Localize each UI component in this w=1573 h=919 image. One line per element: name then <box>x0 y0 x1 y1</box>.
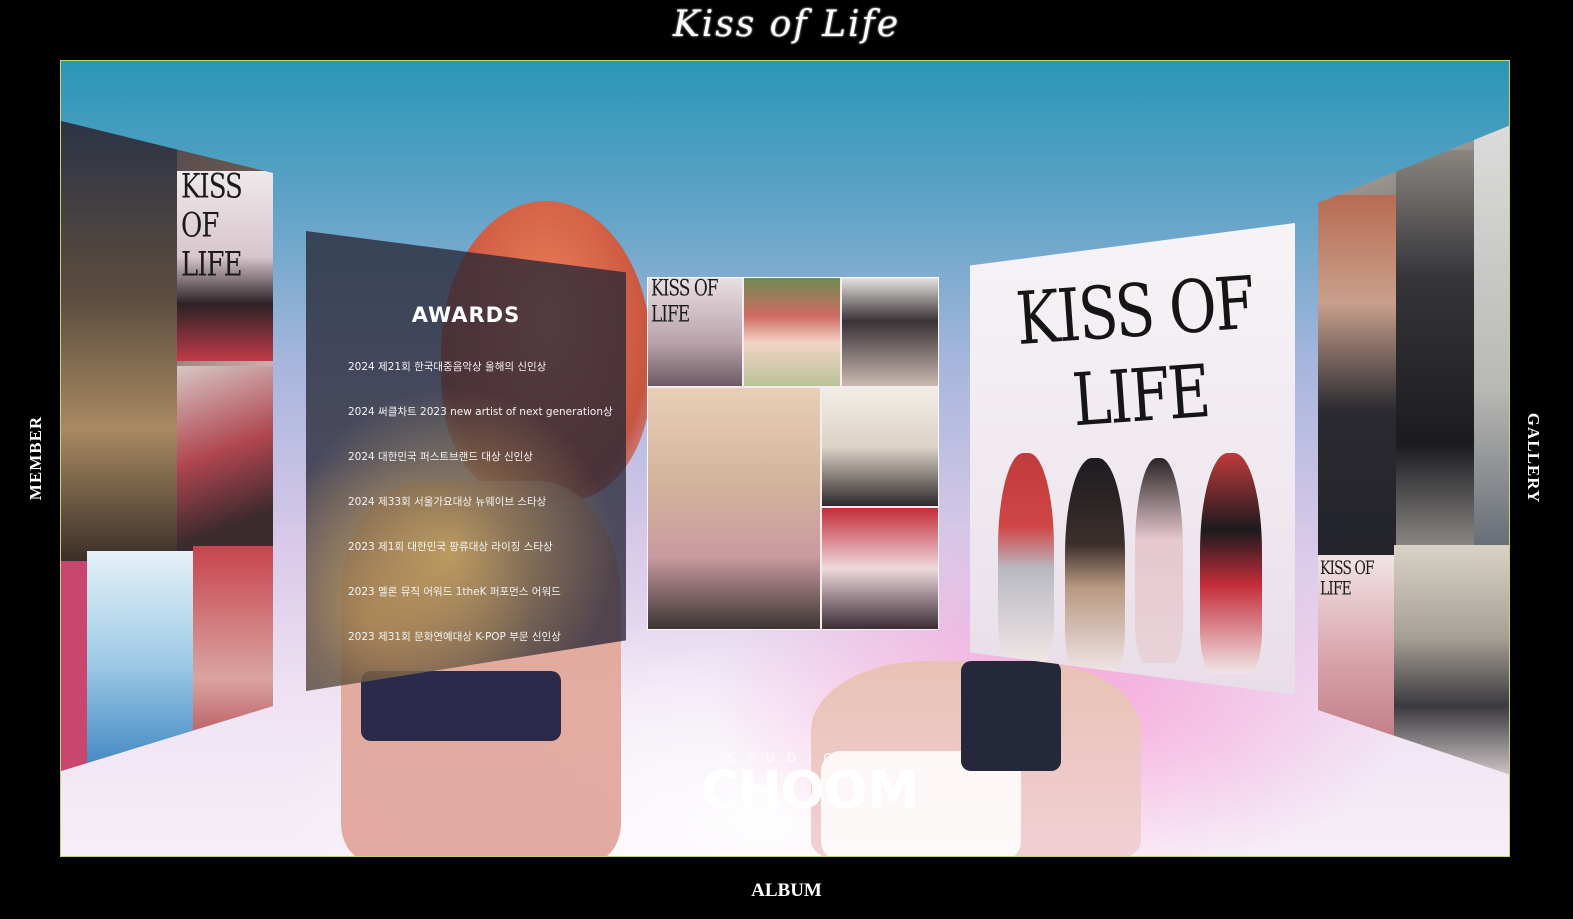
member-photo <box>87 551 193 771</box>
background-dancer-right <box>961 661 1061 771</box>
album-photo <box>648 388 820 629</box>
awards-card[interactable]: AWARDS 2024 제21회 한국대중음악상 올해의 신인상 2024 써클… <box>306 231 626 691</box>
member-photo <box>61 121 177 561</box>
poster-member <box>1135 458 1183 663</box>
awards-item: 2024 제33회 서울가요대상 뉴웨이브 스타상 <box>348 496 547 508</box>
nav-gallery[interactable]: GALLERY <box>1523 413 1543 503</box>
album-photo: KISS OF LIFE <box>648 278 742 386</box>
gallery-photo <box>1474 125 1509 565</box>
logo-main-text: CHOOM <box>701 761 919 821</box>
album-photo <box>822 508 938 629</box>
member-collage-panel[interactable]: KISS OF LIFE <box>61 121 273 771</box>
album-collage-card[interactable]: KISS OF LIFE <box>647 277 939 630</box>
gallery-collage-panel[interactable]: KISS OF LIFE <box>1318 125 1509 775</box>
poster-logo-small: KISS OF LIFE <box>181 167 243 285</box>
awards-item: 2024 제21회 한국대중음악상 올해의 신인상 <box>348 361 547 373</box>
gallery-photo <box>1394 545 1509 775</box>
album-photo <box>842 278 938 386</box>
poster-member <box>1065 458 1125 673</box>
member-photo <box>177 366 273 556</box>
gallery-photo <box>1318 195 1396 555</box>
member-photo: KISS OF LIFE <box>177 167 273 361</box>
gallery-photo: KISS OF LIFE <box>1318 555 1394 775</box>
background-dancer-shorts <box>361 671 561 741</box>
carousel-stage: KISS OF LIFE AWARDS 2024 제21회 한국대중음악상 올해… <box>60 60 1510 857</box>
album-photo <box>744 278 840 386</box>
site-title: Kiss of Life <box>672 4 901 45</box>
studio-choom-logo: STUDIO CHOOM <box>701 751 919 831</box>
album-photo <box>822 388 938 506</box>
member-photo <box>61 561 87 771</box>
awards-item: 2024 써클차트 2023 new artist of next genera… <box>348 406 613 418</box>
awards-item: 2023 제1회 대한민국 팡류대상 라이징 스타상 <box>348 541 553 553</box>
awards-list: 2024 제21회 한국대중음악상 올해의 신인상 2024 써클차트 2023… <box>348 359 613 674</box>
poster-member <box>998 453 1054 663</box>
awards-item: 2023 멜론 뮤직 어워드 1theK 퍼포먼스 어워드 <box>348 586 561 598</box>
gallery-photo <box>1396 150 1474 570</box>
member-photo <box>193 546 273 766</box>
kiss-of-life-poster[interactable]: KISS OF LIFE <box>970 223 1295 695</box>
nav-album[interactable]: ALBUM <box>0 880 1573 902</box>
poster-logo: KISS OF LIFE <box>1013 260 1256 443</box>
awards-title: AWARDS <box>411 303 521 327</box>
poster-logo-small: KISS OF LIFE <box>651 277 719 328</box>
poster-member <box>1200 453 1262 673</box>
nav-member[interactable]: MEMBER <box>26 416 46 500</box>
awards-item: 2024 대한민국 퍼스트브랜드 대상 신인상 <box>348 451 533 463</box>
poster-logo-small: KISS OF LIFE <box>1320 558 1375 600</box>
